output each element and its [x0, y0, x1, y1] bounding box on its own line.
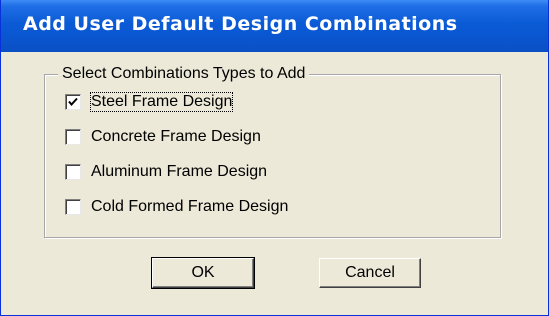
checkmark-icon — [68, 97, 78, 107]
dialog-window: Add User Default Design Combinations Sel… — [0, 0, 549, 316]
option-steel-frame-design[interactable]: Steel Frame Design — [65, 92, 234, 112]
group-legend: Select Combinations Types to Add — [58, 65, 310, 83]
option-cold-formed-frame-design[interactable]: Cold Formed Frame Design — [65, 197, 288, 217]
steel-frame-label[interactable]: Steel Frame Design — [89, 92, 234, 112]
cold-formed-frame-checkbox[interactable] — [65, 199, 81, 215]
title-bar[interactable]: Add User Default Design Combinations — [1, 0, 548, 52]
option-aluminum-frame-design[interactable]: Aluminum Frame Design — [65, 162, 267, 182]
aluminum-frame-checkbox[interactable] — [65, 164, 81, 180]
cancel-button[interactable]: Cancel — [319, 258, 421, 288]
option-concrete-frame-design[interactable]: Concrete Frame Design — [65, 127, 261, 147]
window-title: Add User Default Design Combinations — [23, 13, 458, 35]
dialog-body: Select Combinations Types to Add Steel F… — [1, 52, 548, 315]
ok-button[interactable]: OK — [151, 257, 255, 289]
cold-formed-frame-label[interactable]: Cold Formed Frame Design — [91, 198, 288, 216]
combination-types-group: Select Combinations Types to Add Steel F… — [44, 65, 501, 238]
concrete-frame-checkbox[interactable] — [65, 129, 81, 145]
concrete-frame-label[interactable]: Concrete Frame Design — [91, 128, 261, 146]
steel-frame-checkbox[interactable] — [65, 94, 81, 110]
aluminum-frame-label[interactable]: Aluminum Frame Design — [91, 163, 267, 181]
